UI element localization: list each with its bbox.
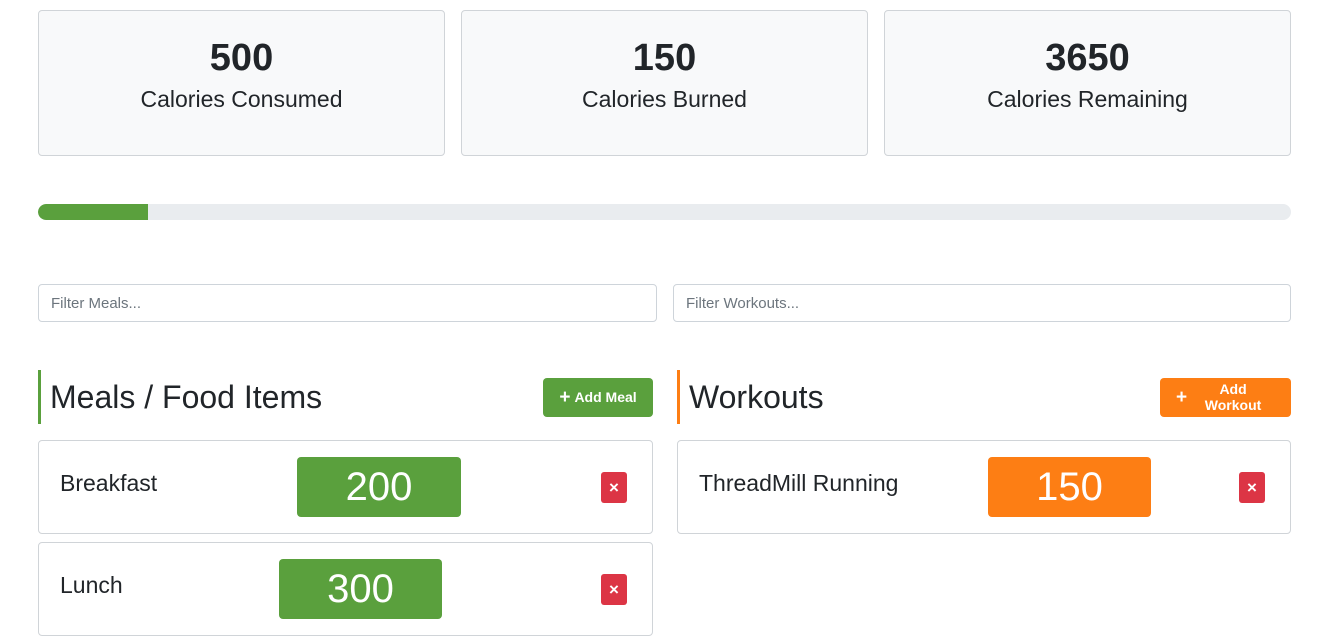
meal-item-name: Lunch [60, 572, 123, 598]
calories-remaining-value: 3650 [1045, 37, 1130, 79]
workout-item-threadmill-running: ThreadMill Running 150 × [677, 440, 1291, 534]
close-icon: × [609, 579, 619, 599]
filter-meals-input[interactable] [38, 284, 657, 322]
calories-consumed-card: 500 Calories Consumed [38, 10, 445, 156]
meal-item-calories: 200 [297, 457, 461, 517]
meals-section-title: Meals / Food Items [50, 378, 323, 415]
add-meal-button[interactable]: + Add Meal [543, 377, 653, 417]
calories-consumed-value: 500 [209, 37, 274, 79]
workouts-section-title: Workouts [689, 378, 824, 415]
calories-burned-label: Calories Burned [582, 86, 747, 112]
calories-burned-card: 150 Calories Burned [461, 10, 868, 156]
add-workout-label: Add Workout [1204, 381, 1262, 413]
delete-workout-button[interactable]: × [1239, 472, 1265, 503]
workout-item-calories: 150 [988, 457, 1151, 517]
delete-meal-button[interactable]: × [601, 574, 627, 605]
calories-remaining-label: Calories Remaining [987, 86, 1188, 112]
add-meal-label: Add Meal [574, 389, 637, 405]
calorie-progress-fill [38, 204, 149, 220]
workouts-section-header: Workouts + Add Workout [677, 370, 1291, 424]
close-icon: × [609, 477, 619, 497]
delete-meal-button[interactable]: × [601, 472, 627, 503]
close-icon: × [1247, 477, 1257, 497]
calorie-progress-bar [38, 204, 1291, 220]
calories-burned-value: 150 [632, 37, 697, 79]
meals-section-header: Meals / Food Items + Add Meal [38, 370, 653, 424]
workout-item-name: ThreadMill Running [699, 470, 899, 496]
meal-item-name: Breakfast [60, 470, 158, 496]
meal-item-calories: 300 [279, 559, 442, 619]
meal-item-breakfast: Breakfast 200 × [38, 440, 653, 534]
meal-item-lunch: Lunch 300 × [38, 542, 653, 636]
plus-icon: + [1176, 386, 1188, 408]
calories-consumed-label: Calories Consumed [140, 86, 343, 112]
add-workout-button[interactable]: + Add Workout [1160, 377, 1291, 417]
plus-icon: + [559, 386, 571, 408]
filter-workouts-input[interactable] [673, 284, 1291, 322]
stats-row: 500 Calories Consumed 150 Calories Burne… [38, 10, 1291, 156]
calories-remaining-card: 3650 Calories Remaining [884, 10, 1291, 156]
